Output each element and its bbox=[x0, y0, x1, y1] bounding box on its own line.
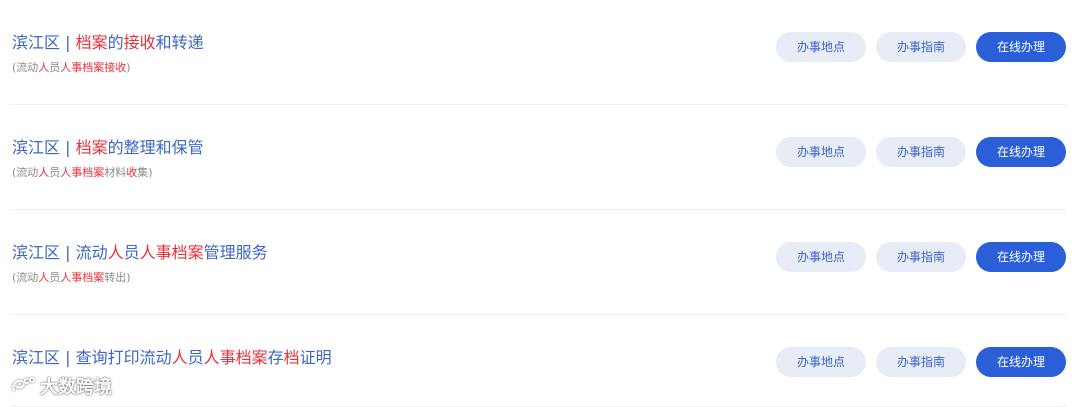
service-actions: 办事地点 办事指南 在线办理 bbox=[776, 347, 1066, 377]
text-segment: 存 bbox=[267, 348, 284, 367]
text-segment: 证明 bbox=[299, 348, 332, 367]
service-item: 滨江区 | 档案的整理和保管 (流动人员人事档案材料收集) 办事地点 办事指南 … bbox=[10, 105, 1066, 210]
online-apply-button[interactable]: 在线办理 bbox=[976, 137, 1066, 167]
online-apply-button[interactable]: 在线办理 bbox=[976, 242, 1066, 272]
service-title[interactable]: 滨江区 | 档案的整理和保管 bbox=[12, 137, 204, 159]
text-segment: 集) bbox=[137, 166, 153, 179]
location-button[interactable]: 办事地点 bbox=[776, 242, 866, 272]
location-button[interactable]: 办事地点 bbox=[776, 32, 866, 62]
highlight-text: 档 bbox=[283, 348, 300, 367]
location-button[interactable]: 办事地点 bbox=[776, 347, 866, 377]
highlight-text: 人事档案 bbox=[60, 166, 105, 179]
text-segment: 管理服务 bbox=[203, 243, 268, 262]
service-subtitle: (流动人员人事档案材料收集) bbox=[12, 165, 153, 181]
guide-button[interactable]: 办事指南 bbox=[876, 32, 966, 62]
highlight-text: 人事档案接收 bbox=[60, 61, 127, 74]
service-title[interactable]: 滨江区 | 流动人员人事档案管理服务 bbox=[12, 242, 268, 264]
guide-button[interactable]: 办事指南 bbox=[876, 137, 966, 167]
highlight-text: 接收 bbox=[123, 33, 156, 52]
watermark-text: 大数跨境 bbox=[40, 377, 112, 398]
online-apply-button[interactable]: 在线办理 bbox=[976, 347, 1066, 377]
text-segment: 的 bbox=[107, 33, 124, 52]
text-segment: ) bbox=[126, 61, 131, 74]
service-subtitle: (流动人员人事档案转出) bbox=[12, 270, 131, 286]
text-segment: (流动 bbox=[12, 61, 39, 74]
highlight-text: 人 bbox=[38, 61, 50, 74]
text-segment: 和转递 bbox=[155, 33, 204, 52]
text-segment: 员 bbox=[49, 61, 61, 74]
service-item: 滨江区 | 流动人员人事档案管理服务 (流动人员人事档案转出) 办事地点 办事指… bbox=[10, 210, 1066, 315]
guide-button[interactable]: 办事指南 bbox=[876, 242, 966, 272]
text-segment: 滨江区 | bbox=[12, 33, 76, 52]
highlight-text: 人事档案 bbox=[60, 271, 105, 284]
service-title[interactable]: 滨江区 | 查询打印流动人员人事档案存档证明 bbox=[12, 347, 332, 369]
text-segment: (流动 bbox=[12, 271, 39, 284]
text-segment: 材料 bbox=[104, 166, 127, 179]
text-segment: 员 bbox=[123, 243, 140, 262]
text-segment: (流动 bbox=[12, 166, 39, 179]
online-apply-button[interactable]: 在线办理 bbox=[976, 32, 1066, 62]
text-segment: 滨江区 | bbox=[12, 138, 76, 157]
service-actions: 办事地点 办事指南 在线办理 bbox=[776, 32, 1066, 62]
weibo-like-logo-icon bbox=[10, 376, 36, 396]
highlight-text: 档案 bbox=[75, 33, 108, 52]
highlight-text: 人 bbox=[107, 243, 124, 262]
highlight-text: 人 bbox=[38, 271, 50, 284]
service-item: 滨江区 | 档案的接收和转递 (流动人员人事档案接收) 办事地点 办事指南 在线… bbox=[10, 0, 1066, 105]
location-button[interactable]: 办事地点 bbox=[776, 137, 866, 167]
service-subtitle: (流动人员人事档案接收) bbox=[12, 60, 131, 76]
highlight-text: 收 bbox=[126, 166, 138, 179]
service-title[interactable]: 滨江区 | 档案的接收和转递 bbox=[12, 32, 204, 54]
service-actions: 办事地点 办事指南 在线办理 bbox=[776, 137, 1066, 167]
highlight-text: 人 bbox=[38, 166, 50, 179]
service-actions: 办事地点 办事指南 在线办理 bbox=[776, 242, 1066, 272]
text-segment: 员 bbox=[49, 271, 61, 284]
highlight-text: 人 bbox=[171, 348, 188, 367]
text-segment: 滨江区 | 查询打印流动 bbox=[12, 348, 172, 367]
watermark: 大数跨境 bbox=[10, 373, 112, 399]
highlight-text: 人事档案 bbox=[139, 243, 204, 262]
service-list: 滨江区 | 档案的接收和转递 (流动人员人事档案接收) 办事地点 办事指南 在线… bbox=[0, 0, 1080, 407]
text-segment: 员 bbox=[49, 166, 61, 179]
highlight-text: 档案 bbox=[75, 138, 108, 157]
text-segment: 滨江区 | 流动 bbox=[12, 243, 108, 262]
service-item: 滨江区 | 查询打印流动人员人事档案存档证明 办事地点 办事指南 在线办理 bbox=[10, 315, 1066, 407]
highlight-text: 人事档案 bbox=[203, 348, 268, 367]
guide-button[interactable]: 办事指南 bbox=[876, 347, 966, 377]
text-segment: 的整理和保管 bbox=[107, 138, 204, 157]
text-segment: 转出) bbox=[104, 271, 131, 284]
text-segment: 员 bbox=[187, 348, 204, 367]
